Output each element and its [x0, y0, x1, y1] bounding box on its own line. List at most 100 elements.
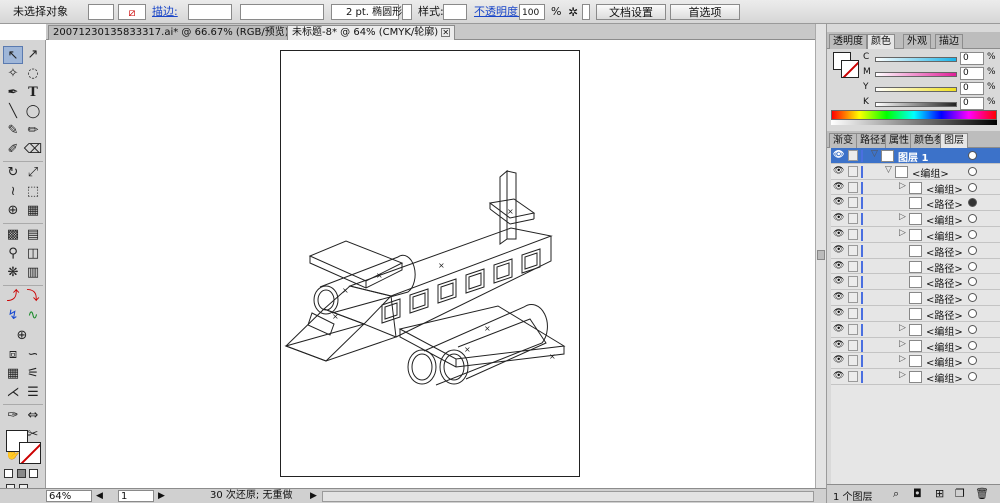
layer-name[interactable]: <路径>: [926, 275, 963, 290]
opacity-label-link[interactable]: 不透明度:: [474, 4, 522, 20]
align-tool-icon[interactable]: ☰: [23, 384, 43, 402]
lock-toggle[interactable]: [848, 308, 858, 319]
vertical-scrollbar[interactable]: [815, 24, 826, 488]
expand-arrow-icon[interactable]: ▷: [899, 370, 906, 380]
measure-tool-icon[interactable]: ✑: [3, 407, 23, 425]
layer-row[interactable]: 👁 ▷ <编组>: [831, 227, 1000, 243]
expand-arrow-icon[interactable]: ▷: [899, 212, 906, 222]
mesh-tool-icon[interactable]: ▩: [3, 226, 23, 244]
expand-arrow-icon[interactable]: ▷: [899, 354, 906, 364]
tab-attributes[interactable]: 属性: [885, 133, 913, 148]
target-circle-icon[interactable]: [968, 261, 977, 271]
layer-row[interactable]: 👁 ▽ <编组>: [831, 163, 1000, 180]
recolor-arrow[interactable]: [582, 4, 590, 20]
magenta-value[interactable]: 0: [960, 67, 984, 80]
lock-toggle[interactable]: [848, 371, 858, 383]
layer-row[interactable]: 👁 ▷ <编组>: [831, 369, 1000, 385]
cyan-value[interactable]: 0: [960, 52, 984, 65]
selection-tool-icon[interactable]: ↖: [3, 46, 23, 64]
lock-toggle[interactable]: [848, 323, 858, 335]
visibility-eye-icon[interactable]: 👁: [833, 340, 844, 350]
eyedropper-tool-icon[interactable]: ⚲: [3, 245, 23, 263]
layer-name[interactable]: 图层 1: [898, 149, 928, 164]
target-circle-icon[interactable]: [968, 214, 977, 224]
target-circle-icon[interactable]: [968, 372, 977, 382]
target-circle-icon[interactable]: [968, 245, 977, 255]
brush-arrow[interactable]: [402, 4, 412, 20]
visibility-eye-icon[interactable]: 👁: [833, 214, 844, 223]
blob-brush-tool-icon[interactable]: ✐: [3, 141, 23, 159]
layer-name[interactable]: <编组>: [926, 370, 963, 385]
document-setup-button[interactable]: 文档设置: [596, 4, 666, 20]
stroke-label-link[interactable]: 描边:: [152, 4, 178, 20]
expand-arrow-icon[interactable]: ▷: [899, 228, 906, 238]
lock-toggle[interactable]: [848, 229, 858, 240]
target-circle-icon[interactable]: [968, 277, 977, 287]
eraser-tool-icon[interactable]: ⌫: [23, 141, 43, 159]
layer-name[interactable]: <编组>: [926, 181, 963, 196]
brush-definition-dropdown[interactable]: 2 pt. 椭圆形: [331, 4, 402, 20]
expand-arrow-icon[interactable]: ▷: [899, 323, 906, 333]
rotate-tool-icon[interactable]: ↻: [3, 164, 23, 182]
ellipse-tool-icon[interactable]: ◯: [23, 103, 43, 121]
slice-tool-icon[interactable]: ▦: [3, 365, 23, 383]
convert-anchor-tool-icon[interactable]: ⤵: [23, 288, 43, 306]
canvas-area[interactable]: × × × × × × × ×: [46, 41, 815, 488]
tab-appearance[interactable]: 外观: [903, 34, 931, 49]
visibility-eye-icon[interactable]: 👁: [833, 182, 844, 192]
expand-arrow-icon[interactable]: ▷: [899, 181, 906, 191]
target-circle-icon[interactable]: [968, 230, 977, 239]
layer-row[interactable]: 👁 <路径>: [831, 195, 1000, 211]
fill-color-dropdown[interactable]: [88, 4, 114, 20]
layer-name[interactable]: <路径>: [926, 260, 963, 275]
lock-toggle[interactable]: [848, 181, 858, 193]
opacity-field[interactable]: 100: [519, 4, 545, 20]
layer-row[interactable]: 👁 <路径>: [831, 258, 1000, 275]
lasso-tool-icon[interactable]: ◌: [23, 65, 43, 83]
target-circle-icon[interactable]: [968, 198, 977, 208]
visibility-eye-icon[interactable]: 👁: [833, 166, 844, 176]
shape-builder-tool-icon[interactable]: ⊕: [3, 202, 23, 220]
stroke-weight-field[interactable]: [188, 4, 232, 20]
layer-name[interactable]: <编组>: [926, 354, 963, 369]
live-paint-tool-icon[interactable]: ⋌: [3, 384, 23, 402]
tab-layers[interactable]: 图层: [940, 133, 968, 148]
delete-layer-icon[interactable]: 🗑: [975, 487, 989, 500]
doc-tab-2[interactable]: 未标题-8* @ 64% (CMYK/轮廓) ✕: [287, 25, 456, 40]
layer-name[interactable]: <路径>: [926, 196, 963, 211]
visibility-eye-icon[interactable]: 👁: [833, 261, 844, 271]
close-icon[interactable]: ✕: [441, 27, 451, 37]
yellow-value[interactable]: 0: [960, 82, 984, 95]
layer-row[interactable]: 👁 ▷ <编组>: [831, 353, 1000, 369]
visibility-eye-icon[interactable]: 👁: [833, 356, 844, 365]
blend-tool-icon[interactable]: ◫: [23, 245, 43, 263]
lock-toggle[interactable]: [848, 292, 858, 304]
gradient-tool-icon[interactable]: ▤: [23, 226, 43, 244]
layer-name[interactable]: <路径>: [926, 291, 963, 306]
grayscale-ramp[interactable]: [831, 120, 997, 125]
doc-tab-1[interactable]: 20071230135833317.ai* @ 66.67% (RGB/预览)✕: [48, 25, 306, 40]
layer-row[interactable]: 👁 ▷ <编组>: [831, 179, 1000, 196]
layer-row[interactable]: 👁 <路径>: [831, 306, 1000, 322]
visibility-eye-icon[interactable]: 👁: [833, 372, 844, 381]
lock-toggle[interactable]: [848, 165, 858, 177]
preferences-button[interactable]: 首选项: [670, 4, 740, 20]
warp-tool-icon[interactable]: ≀: [3, 183, 23, 201]
black-value[interactable]: 0: [960, 97, 984, 110]
direct-selection-tool-icon[interactable]: ↗: [23, 46, 43, 64]
locate-object-icon[interactable]: ⌕: [893, 487, 899, 501]
zoom-field[interactable]: 64%: [46, 490, 92, 502]
prev-artboard-icon[interactable]: ◀: [96, 490, 103, 502]
visibility-eye-icon[interactable]: 👁: [833, 309, 844, 318]
tab-transparency[interactable]: 透明度: [829, 34, 867, 49]
layer-name[interactable]: <路径>: [926, 244, 963, 259]
layer-name[interactable]: <编组>: [926, 228, 963, 243]
free-transform-tool-icon[interactable]: ⬚: [23, 183, 43, 201]
layer-row[interactable]: 👁 ▷ <编组>: [831, 321, 1000, 338]
pencil-tool-icon[interactable]: ✏: [23, 122, 43, 140]
perspective-grid-tool-icon[interactable]: ▦: [23, 202, 43, 220]
visibility-eye-icon[interactable]: 👁: [833, 293, 844, 302]
target-circle-icon[interactable]: [968, 293, 977, 303]
new-sublayer-icon[interactable]: ⊞: [935, 487, 944, 500]
yellow-slider[interactable]: Y 0 %: [831, 82, 997, 96]
